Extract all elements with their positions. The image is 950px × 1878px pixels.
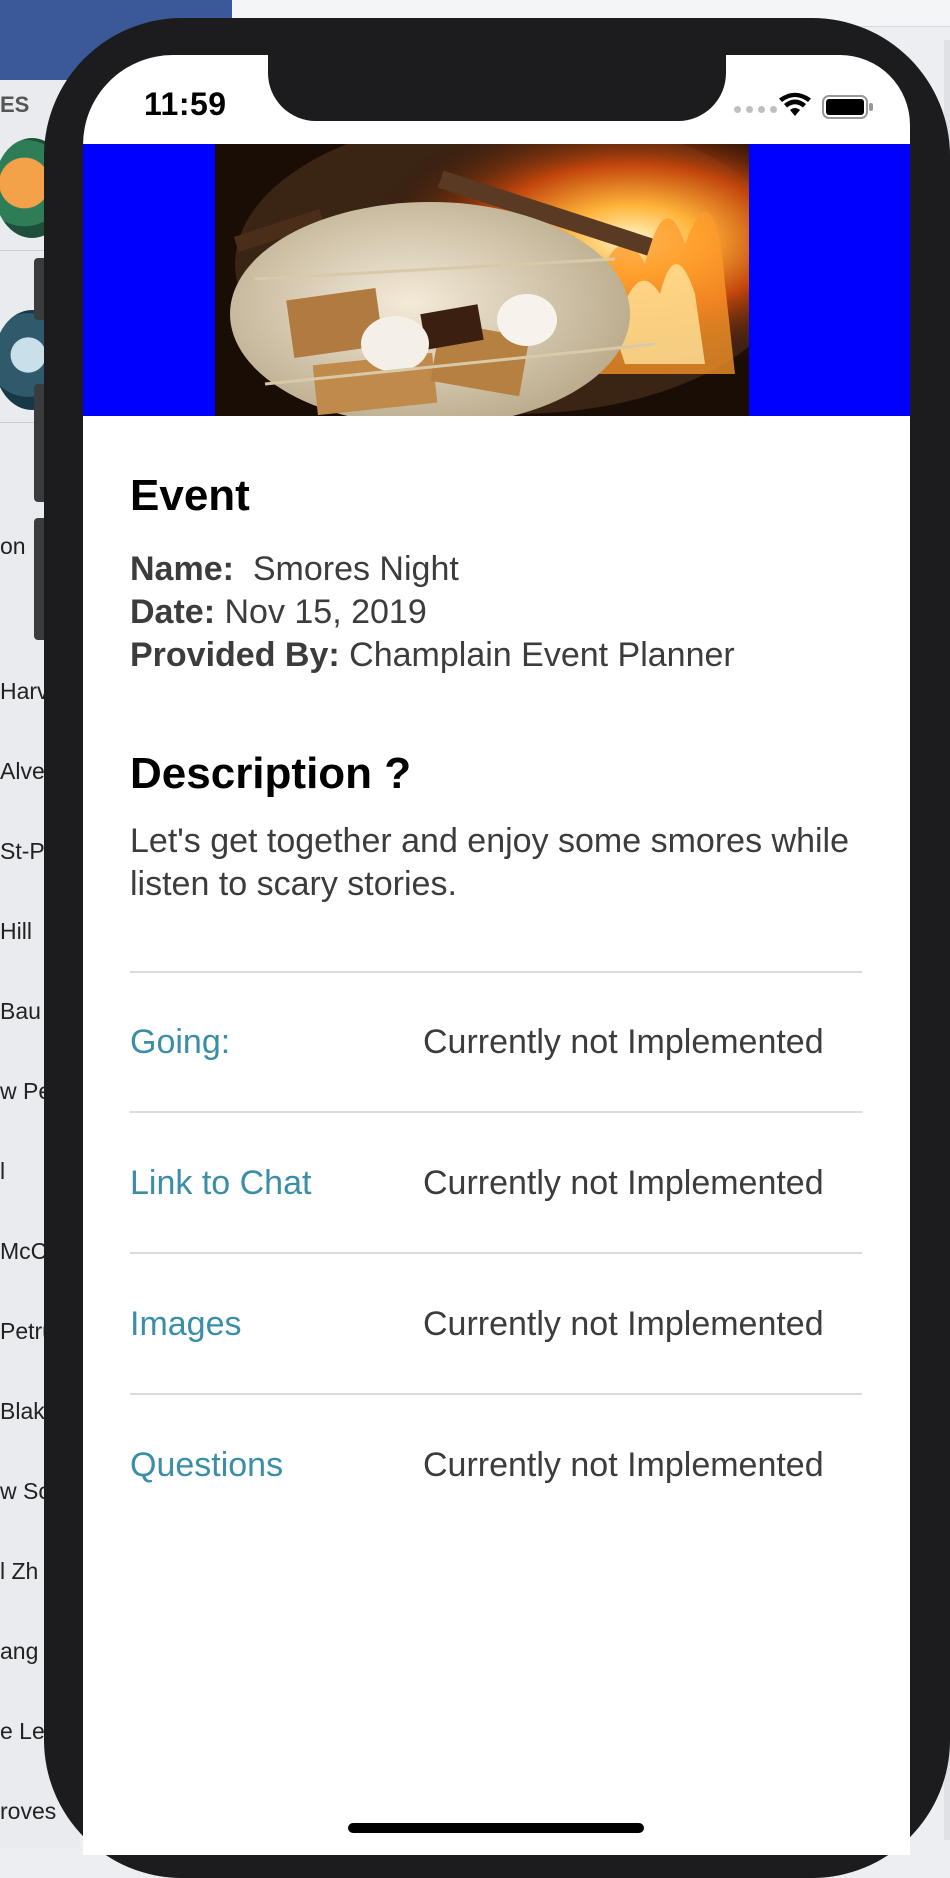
going-value: Currently not Implemented bbox=[423, 1023, 824, 1061]
event-details: Event Name: Smores Night Date: Nov 15, 2… bbox=[130, 470, 862, 677]
row-divider bbox=[130, 971, 862, 973]
smores-fire-image bbox=[215, 144, 749, 416]
status-time: 11:59 bbox=[144, 86, 227, 122]
event-info: Name: Smores Night Date: Nov 15, 2019 Pr… bbox=[130, 548, 862, 677]
event-provider-label: Provided By: bbox=[130, 636, 340, 674]
description-text: Let's get together and enjoy some smores… bbox=[130, 822, 849, 903]
event-name-line: Name: Smores Night bbox=[130, 548, 862, 591]
background-list-name[interactable]: Bau bbox=[0, 998, 41, 1025]
background-list-name[interactable]: Alve bbox=[0, 758, 45, 785]
event-name-label: Name: bbox=[130, 550, 234, 588]
event-provider-line: Provided By: Champlain Event Planner bbox=[130, 634, 862, 677]
event-date-label: Date: bbox=[130, 593, 216, 631]
background-list-name[interactable]: l bbox=[0, 1158, 5, 1185]
background-list-name[interactable]: Blak bbox=[0, 1398, 45, 1425]
questions-link[interactable]: Questions bbox=[130, 1446, 283, 1485]
row-divider bbox=[130, 1252, 862, 1254]
background-section-label: ES bbox=[0, 92, 30, 117]
event-date-line: Date: Nov 15, 2019 bbox=[130, 591, 862, 634]
background-list-name[interactable]: roves bbox=[0, 1798, 56, 1825]
background-list-name[interactable]: l Zh bbox=[0, 1558, 38, 1585]
background-list-name[interactable]: e Le bbox=[0, 1718, 45, 1745]
background-list-name[interactable]: ang bbox=[0, 1638, 38, 1665]
background-list-name[interactable]: w Sc bbox=[0, 1478, 50, 1505]
event-heading: Event bbox=[130, 471, 250, 520]
signal-icon bbox=[734, 106, 777, 113]
images-value: Currently not Implemented bbox=[423, 1305, 824, 1343]
event-provider-value: Champlain Event Planner bbox=[349, 636, 735, 674]
phone-notch bbox=[268, 55, 726, 121]
event-name-value: Smores Night bbox=[252, 550, 459, 588]
going-link[interactable]: Going: bbox=[130, 1023, 230, 1062]
background-list-name[interactable]: Harv bbox=[0, 678, 49, 705]
link-to-chat-link[interactable]: Link to Chat bbox=[130, 1164, 311, 1203]
wifi-icon bbox=[779, 92, 811, 116]
background-list-name[interactable]: McC bbox=[0, 1238, 47, 1265]
questions-value: Currently not Implemented bbox=[423, 1446, 824, 1484]
battery-icon bbox=[822, 95, 873, 119]
background-list-name[interactable]: on bbox=[0, 533, 26, 560]
event-date-value: Nov 15, 2019 bbox=[224, 593, 427, 631]
link-to-chat-value: Currently not Implemented bbox=[423, 1164, 824, 1202]
home-indicator[interactable] bbox=[348, 1823, 644, 1833]
background-list-name[interactable]: Hill bbox=[0, 918, 32, 945]
background-list-name[interactable]: St-Pi bbox=[0, 838, 50, 865]
images-link[interactable]: Images bbox=[130, 1305, 242, 1344]
description-heading: Description ? bbox=[130, 749, 412, 798]
row-divider bbox=[130, 1111, 862, 1113]
row-divider bbox=[130, 1393, 862, 1395]
event-hero-banner bbox=[83, 144, 910, 416]
